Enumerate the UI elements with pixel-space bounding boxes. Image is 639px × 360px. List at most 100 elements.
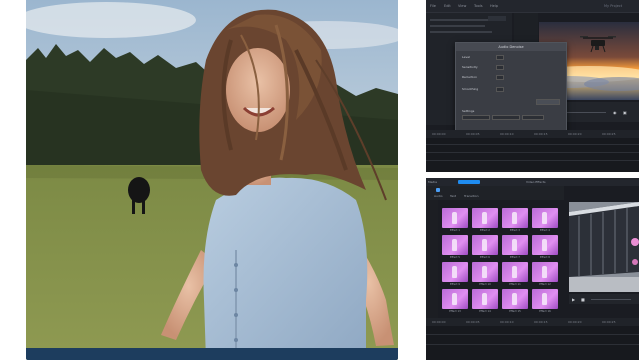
editor-screenshot-bottom: Media Video Effects Audio Text Transitio… <box>426 178 639 360</box>
effect-label: Effect 9 <box>450 283 460 286</box>
effect-label: Effect 10 <box>479 283 491 286</box>
effects-tab-icon[interactable] <box>436 188 440 192</box>
effect-thumbnail[interactable] <box>472 235 498 255</box>
menu-view[interactable]: View <box>458 4 466 8</box>
dancer-figure-icon <box>452 293 457 305</box>
smoothing-checkbox[interactable] <box>496 87 504 92</box>
effect-thumbnail[interactable] <box>442 289 468 309</box>
effect-label: Effect 15 <box>509 310 521 313</box>
time-4: 00:00:20 <box>568 132 582 136</box>
effect-thumbnail[interactable] <box>502 208 528 228</box>
effect-label: Effect 2 <box>480 229 490 232</box>
sensitivity-checkbox[interactable] <box>496 65 504 70</box>
timeline-bottom: 00:00:00 00:00:05 00:00:10 00:00:15 00:0… <box>426 318 639 360</box>
category-tabs: Audio Text Transition <box>426 186 564 200</box>
stop-icon[interactable]: ■ <box>581 297 585 302</box>
dialog-title: Audio Denoise <box>456 43 566 51</box>
timeline-ruler: 00:00:00 00:00:05 00:00:10 00:00:15 00:0… <box>426 130 639 138</box>
user-badge[interactable]: My Project <box>604 4 622 8</box>
effect-thumbnail[interactable] <box>442 235 468 255</box>
effect-thumbnail[interactable] <box>472 289 498 309</box>
dialog-row-level: Level <box>462 55 470 59</box>
panel-title: Video Effects <box>526 180 546 184</box>
time-5: 00:00:25 <box>602 320 616 324</box>
effect-thumbnail[interactable] <box>532 289 558 309</box>
dancer-figure-icon <box>512 293 517 305</box>
dancer-figure-icon <box>482 239 487 251</box>
dialog-row-smoothing: Smoothing <box>462 87 479 91</box>
menu-edit[interactable]: Edit <box>444 4 451 8</box>
dancer-figure-icon <box>452 239 457 251</box>
dancer-figure-icon <box>482 266 487 278</box>
effect-thumbnail[interactable] <box>532 262 558 282</box>
time-4: 00:00:20 <box>568 320 582 324</box>
timeline-ruler: 00:00:00 00:00:05 00:00:10 00:00:15 00:0… <box>426 318 639 326</box>
timeline-top: 00:00:00 00:00:05 00:00:10 00:00:15 00:0… <box>426 130 639 172</box>
time-2: 00:00:10 <box>500 132 514 136</box>
effect-thumbnail[interactable] <box>502 289 528 309</box>
effect-thumbnail[interactable] <box>532 235 558 255</box>
menu-help[interactable]: Help <box>490 4 498 8</box>
effect-thumbnail[interactable] <box>442 208 468 228</box>
time-5: 00:00:25 <box>602 132 616 136</box>
tab-text[interactable]: Text <box>450 194 456 198</box>
fullscreen-icon[interactable]: ▣ <box>623 110 627 115</box>
time-0: 00:00:00 <box>432 320 446 324</box>
effect-label: Effect 13 <box>449 310 461 313</box>
settings-field-1[interactable] <box>462 115 490 120</box>
time-1: 00:00:05 <box>466 132 480 136</box>
reduction-checkbox[interactable] <box>496 75 504 80</box>
hero-photo <box>26 0 398 360</box>
effect-label: Effect 3 <box>510 229 520 232</box>
reset-button[interactable] <box>536 99 560 105</box>
time-3: 00:00:15 <box>534 320 548 324</box>
track-line <box>426 152 639 153</box>
effect-label: Effect 14 <box>479 310 491 313</box>
tab-media[interactable]: Media <box>428 180 437 184</box>
effect-label: Effect 12 <box>539 283 551 286</box>
caption-bar <box>26 348 398 360</box>
effect-label: Effect 6 <box>480 256 490 259</box>
effect-thumbnail[interactable] <box>472 208 498 228</box>
scrub-bar[interactable] <box>591 299 631 300</box>
editor-screenshot-top: File Edit View Tools Help My Project ◉ ▣… <box>426 0 639 172</box>
effect-thumbnail[interactable] <box>532 208 558 228</box>
track-line <box>426 144 639 145</box>
settings-field-2[interactable] <box>492 115 520 120</box>
effect-thumbnail[interactable] <box>502 235 528 255</box>
tab-transition[interactable]: Transition <box>464 194 479 198</box>
time-2: 00:00:10 <box>500 320 514 324</box>
menu-file[interactable]: File <box>430 4 436 8</box>
tab-export-button[interactable] <box>458 180 480 184</box>
effect-label: Effect 4 <box>540 229 550 232</box>
bottom-player-controls: ▶ ■ <box>569 294 639 304</box>
effect-label: Effect 7 <box>510 256 520 259</box>
dancer-figure-icon <box>542 266 547 278</box>
settings-field-3[interactable] <box>522 115 544 120</box>
audio-denoise-dialog: Audio Denoise Level Sensitivity Reductio… <box>455 42 567 144</box>
top-tab-strip: Media Video Effects <box>426 178 639 186</box>
menu-tools[interactable]: Tools <box>474 4 483 8</box>
dancer-figure-icon <box>452 266 457 278</box>
play-icon[interactable]: ▶ <box>572 297 575 302</box>
dancer-figure-icon <box>512 212 517 224</box>
effect-thumbnail[interactable] <box>442 262 468 282</box>
volume-icon[interactable]: ◉ <box>613 110 617 115</box>
menu-bar: File Edit View Tools Help My Project <box>426 0 639 13</box>
effect-thumbnail[interactable] <box>502 262 528 282</box>
tab-audio[interactable]: Audio <box>434 194 443 198</box>
dialog-row-reduction: Reduction <box>462 75 477 79</box>
track-line <box>426 344 639 345</box>
woman-laughing-in-field-image <box>26 0 398 360</box>
effect-label: Effect 11 <box>509 283 521 286</box>
left-rail <box>426 200 438 320</box>
effect-label: Effect 16 <box>539 310 551 313</box>
effect-label: Effect 8 <box>540 256 550 259</box>
preview-building <box>569 202 639 292</box>
level-checkbox[interactable] <box>496 55 504 60</box>
dancer-figure-icon <box>542 293 547 305</box>
time-0: 00:00:00 <box>432 132 446 136</box>
track-line <box>426 160 639 161</box>
track-line <box>426 334 639 335</box>
effect-thumbnail[interactable] <box>472 262 498 282</box>
